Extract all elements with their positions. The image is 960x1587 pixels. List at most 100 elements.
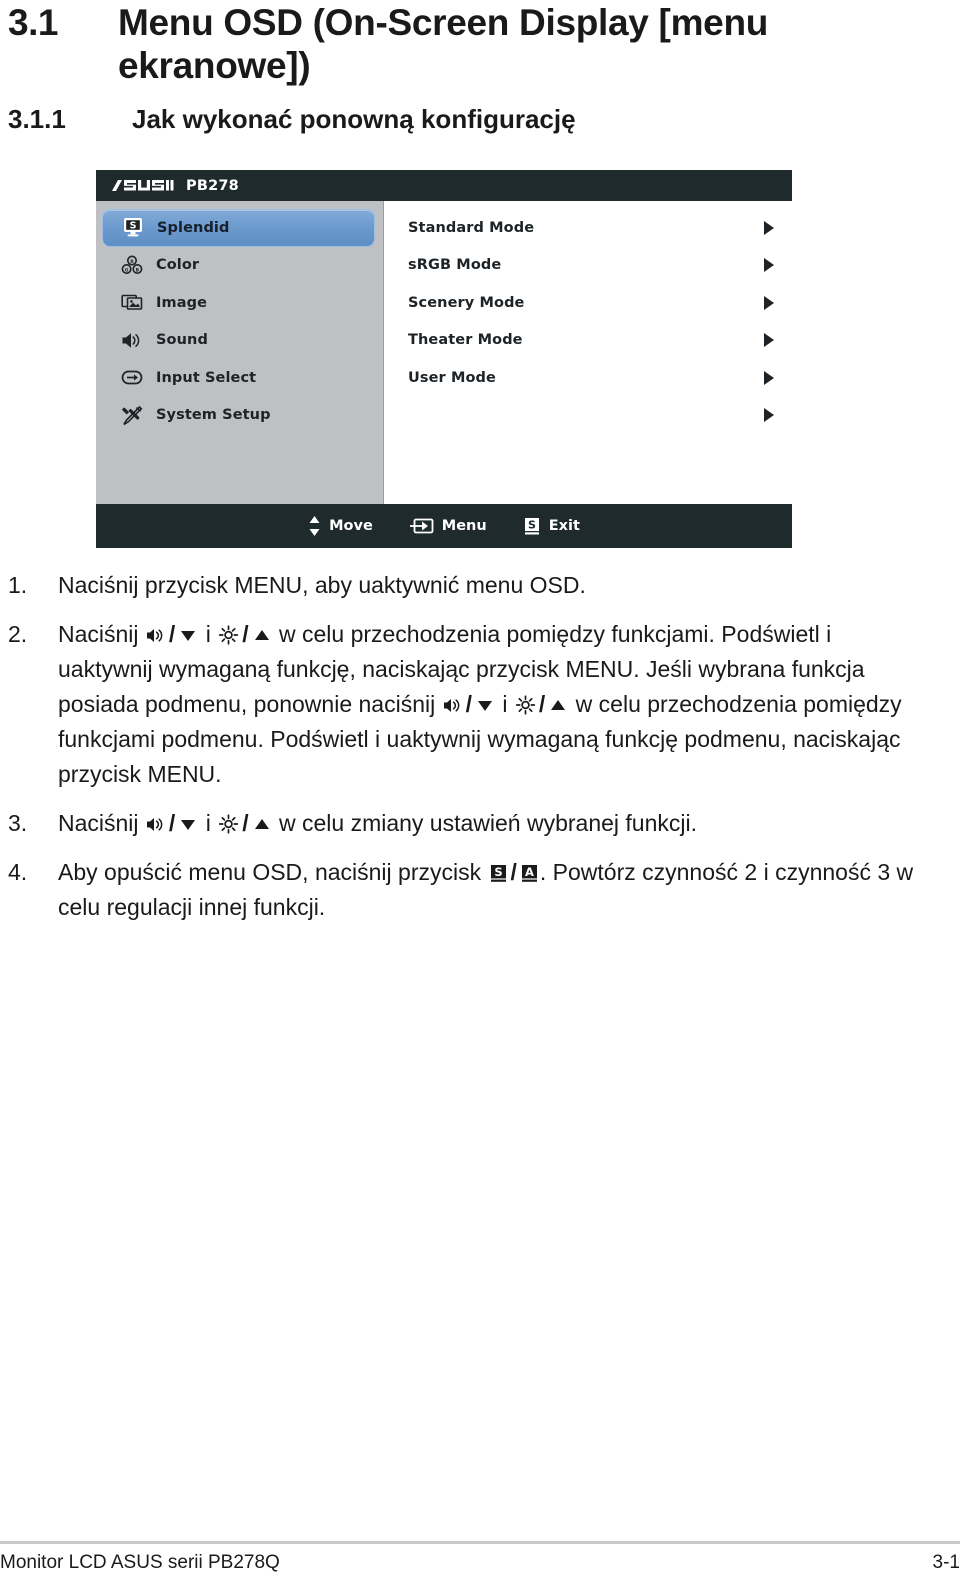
sidebar-item-color[interactable]: R G B Color xyxy=(102,247,375,285)
sidebar-item-sound[interactable]: Sound xyxy=(102,322,375,360)
osd-footer-bar: Move Menu S Exit xyxy=(96,504,792,548)
key-separator: / xyxy=(465,691,472,717)
osd-mode-label: Theater Mode xyxy=(408,332,523,349)
osd-footer-move[interactable]: Move xyxy=(308,515,373,537)
brightness-sun-icon xyxy=(218,814,239,834)
step-text: Aby opuścić menu OSD, naciśnij przycisk … xyxy=(58,859,914,920)
key-separator: / xyxy=(168,621,176,647)
svg-text:B: B xyxy=(136,267,140,273)
instruction-steps: 1. Naciśnij przycisk MENU, aby uaktywnić… xyxy=(8,568,923,939)
speaker-icon xyxy=(120,329,144,351)
step-number: 4. xyxy=(8,859,28,885)
sidebar-label: Splendid xyxy=(157,219,230,236)
svg-text:R: R xyxy=(130,259,134,265)
sidebar-item-image[interactable]: Image xyxy=(102,284,375,322)
osd-menu-window: PB278 S Splendid R G B Color Image Sound… xyxy=(96,170,792,548)
osd-mode-label: Scenery Mode xyxy=(408,294,525,311)
brightness-sun-icon xyxy=(218,625,239,645)
splendid-monitor-icon: S xyxy=(121,217,145,239)
svg-text:S: S xyxy=(130,221,137,232)
step-number: 2. xyxy=(8,621,28,647)
footer-doc-title: Monitor LCD ASUS serii PB278Q xyxy=(0,1552,280,1573)
chevron-right-icon xyxy=(764,333,774,348)
page-footer: Monitor LCD ASUS serii PB278Q 3-1 xyxy=(0,1552,960,1574)
step-item: 4. Aby opuścić menu OSD, naciśnij przyci… xyxy=(8,855,923,925)
speaker-down-icon xyxy=(146,626,166,645)
sidebar-item-system-setup[interactable]: System Setup xyxy=(102,397,375,435)
osd-title-bar: PB278 xyxy=(96,170,792,201)
svg-text:S: S xyxy=(528,519,536,532)
sidebar-label: Sound xyxy=(156,332,208,349)
triangle-down-icon xyxy=(475,696,495,715)
osd-footer-label: Menu xyxy=(441,518,487,534)
color-rgb-icon: R G B xyxy=(120,254,144,276)
osd-model-label: PB278 xyxy=(186,177,239,194)
chevron-right-icon xyxy=(764,258,774,273)
step-text: Naciśnij przycisk MENU, aby uaktywnić me… xyxy=(58,572,586,598)
speaker-down-icon xyxy=(443,696,463,715)
sidebar-item-input-select[interactable]: Input Select xyxy=(102,359,375,397)
osd-mode-row[interactable]: Standard Mode xyxy=(384,209,792,247)
s-key-icon: S xyxy=(489,863,508,883)
chevron-right-icon xyxy=(764,220,774,235)
speaker-down-icon xyxy=(146,815,166,834)
step-text: Naciśnij / i / w celu przechodzenia pomi… xyxy=(58,621,902,787)
footer-page-number: 3-1 xyxy=(932,1552,960,1573)
osd-footer-label: Move xyxy=(329,518,373,534)
image-frames-icon xyxy=(120,292,144,314)
osd-mode-row[interactable]: Scenery Mode xyxy=(384,284,792,322)
section-number: 3.1 xyxy=(8,2,58,43)
step-item: 2. Naciśnij / i / w celu przechodzenia p… xyxy=(8,617,923,792)
step-item: 3. Naciśnij / i / w celu zmiany ustawień… xyxy=(8,806,923,841)
osd-mode-label: Standard Mode xyxy=(408,219,535,236)
step-item: 1. Naciśnij przycisk MENU, aby uaktywnić… xyxy=(8,568,923,603)
key-separator: / xyxy=(510,859,517,885)
osd-body: S Splendid R G B Color Image Sound Input… xyxy=(96,201,792,504)
section-heading: 3.1 Menu OSD (On-Screen Display [menu ek… xyxy=(8,2,952,88)
osd-mode-row[interactable] xyxy=(384,397,792,435)
up-down-arrows-icon xyxy=(308,515,321,537)
input-arrow-icon xyxy=(120,367,144,389)
subsection-title: Jak wykonać ponowną konfigurację xyxy=(132,104,576,134)
svg-text:G: G xyxy=(125,267,129,273)
svg-text:A: A xyxy=(525,865,534,879)
triangle-down-icon xyxy=(178,626,198,645)
osd-footer-menu[interactable]: Menu xyxy=(409,516,487,536)
osd-mode-row[interactable]: sRGB Mode xyxy=(384,247,792,285)
triangle-up-icon xyxy=(252,626,272,645)
osd-mode-label: User Mode xyxy=(408,369,496,386)
chevron-right-icon xyxy=(764,370,774,385)
brightness-sun-icon xyxy=(515,695,536,715)
osd-mode-label: sRGB Mode xyxy=(408,257,502,274)
subsection-heading: 3.1.1 Jak wykonać ponowną konfigurację xyxy=(8,104,952,135)
osd-mode-row[interactable]: Theater Mode xyxy=(384,322,792,360)
key-separator: / xyxy=(242,810,249,836)
sidebar-label: Input Select xyxy=(156,369,257,386)
osd-footer-exit[interactable]: S Exit xyxy=(523,516,580,536)
enter-menu-icon xyxy=(409,516,434,536)
a-key-icon: A xyxy=(520,863,539,883)
triangle-down-icon xyxy=(178,815,198,834)
chevron-right-icon xyxy=(764,295,774,310)
osd-sidebar: S Splendid R G B Color Image Sound Input… xyxy=(96,201,384,504)
subsection-number: 3.1.1 xyxy=(8,104,66,134)
triangle-up-icon xyxy=(252,815,272,834)
sidebar-label: System Setup xyxy=(156,407,271,424)
tools-wrench-icon xyxy=(120,404,144,426)
step-text: Naciśnij / i / w celu zmiany ustawień wy… xyxy=(58,810,697,836)
footer-divider xyxy=(0,1541,960,1544)
sidebar-item-splendid[interactable]: S Splendid xyxy=(102,209,375,247)
sidebar-label: Image xyxy=(156,294,208,311)
triangle-up-icon xyxy=(548,696,568,715)
key-separator: / xyxy=(168,810,176,836)
sidebar-label: Color xyxy=(156,257,200,274)
step-number: 1. xyxy=(8,572,28,598)
s-key-icon: S xyxy=(523,516,541,536)
step-number: 3. xyxy=(8,810,28,836)
chevron-right-icon xyxy=(764,408,774,423)
asus-logo-icon xyxy=(112,177,176,195)
key-separator: / xyxy=(538,691,546,717)
osd-mode-row[interactable]: User Mode xyxy=(384,359,792,397)
osd-main-pane: Standard Mode sRGB Mode Scenery Mode The… xyxy=(384,201,792,504)
osd-footer-label: Exit xyxy=(548,518,580,534)
